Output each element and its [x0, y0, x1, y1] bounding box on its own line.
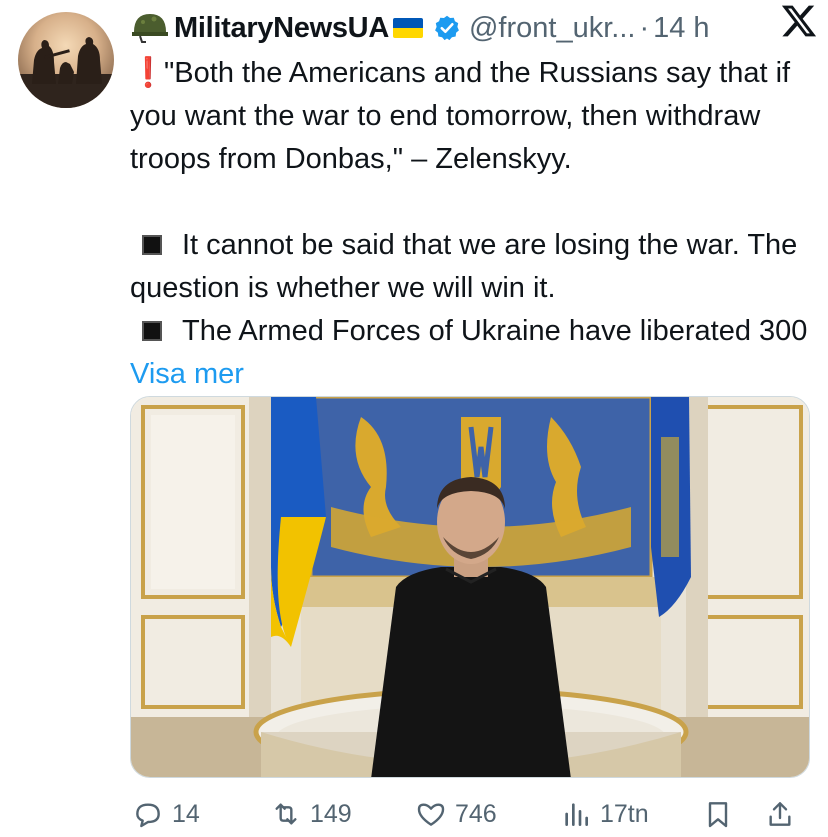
author-handle[interactable]: @front_ukr... — [469, 12, 635, 45]
reply-count: 14 — [172, 799, 200, 828]
repost-icon — [275, 803, 297, 825]
views-button[interactable]: 17tn — [560, 792, 649, 836]
reply-icon — [136, 803, 160, 828]
bookmark-icon — [708, 802, 728, 828]
black-square-icon — [142, 235, 162, 255]
tweet-photo[interactable] — [130, 396, 810, 778]
share-button[interactable] — [764, 792, 804, 836]
views-count: 17tn — [600, 799, 649, 828]
repost-count: 149 — [310, 799, 352, 828]
ukraine-flag-icon — [392, 18, 423, 38]
author-avatar[interactable] — [18, 12, 114, 108]
exclamation-icon: ❗ — [130, 57, 167, 89]
like-count: 746 — [455, 799, 497, 828]
separator-dot: · — [639, 11, 650, 44]
repost-button[interactable]: 149 — [270, 792, 352, 836]
heart-icon — [417, 803, 445, 826]
author-name[interactable]: MilitaryNewsUA — [174, 12, 389, 45]
verified-badge-icon — [435, 15, 459, 41]
tweet-bullet: The Armed Forces of Ukraine have liberat… — [130, 315, 808, 390]
tweet-timestamp[interactable]: 14 h — [653, 12, 709, 45]
like-button[interactable]: 746 — [415, 792, 497, 836]
tweet-header: MilitaryNewsUA @front_ukr... · 14 h — [130, 6, 816, 50]
tweet-body: ❗"Both the Americans and the Russians sa… — [130, 52, 820, 396]
tweet-actions: 14 149 746 17tn — [130, 792, 820, 836]
show-more-link[interactable]: Visa mer — [130, 358, 244, 390]
black-square-icon — [142, 321, 162, 341]
views-chart-icon — [565, 803, 588, 826]
military-helmet-icon — [132, 14, 168, 43]
bookmark-button[interactable] — [702, 792, 742, 836]
photo-zelenskyy-in-hall — [131, 397, 809, 777]
soldiers-silhouette-image — [18, 37, 114, 108]
reply-button[interactable]: 14 — [132, 792, 200, 836]
x-logo-icon[interactable] — [780, 2, 818, 40]
tweet-paragraph: ❗"Both the Americans and the Russians sa… — [130, 52, 820, 181]
share-icon — [769, 802, 791, 826]
tweet-bullet: It cannot be said that we are losing the… — [130, 229, 798, 304]
